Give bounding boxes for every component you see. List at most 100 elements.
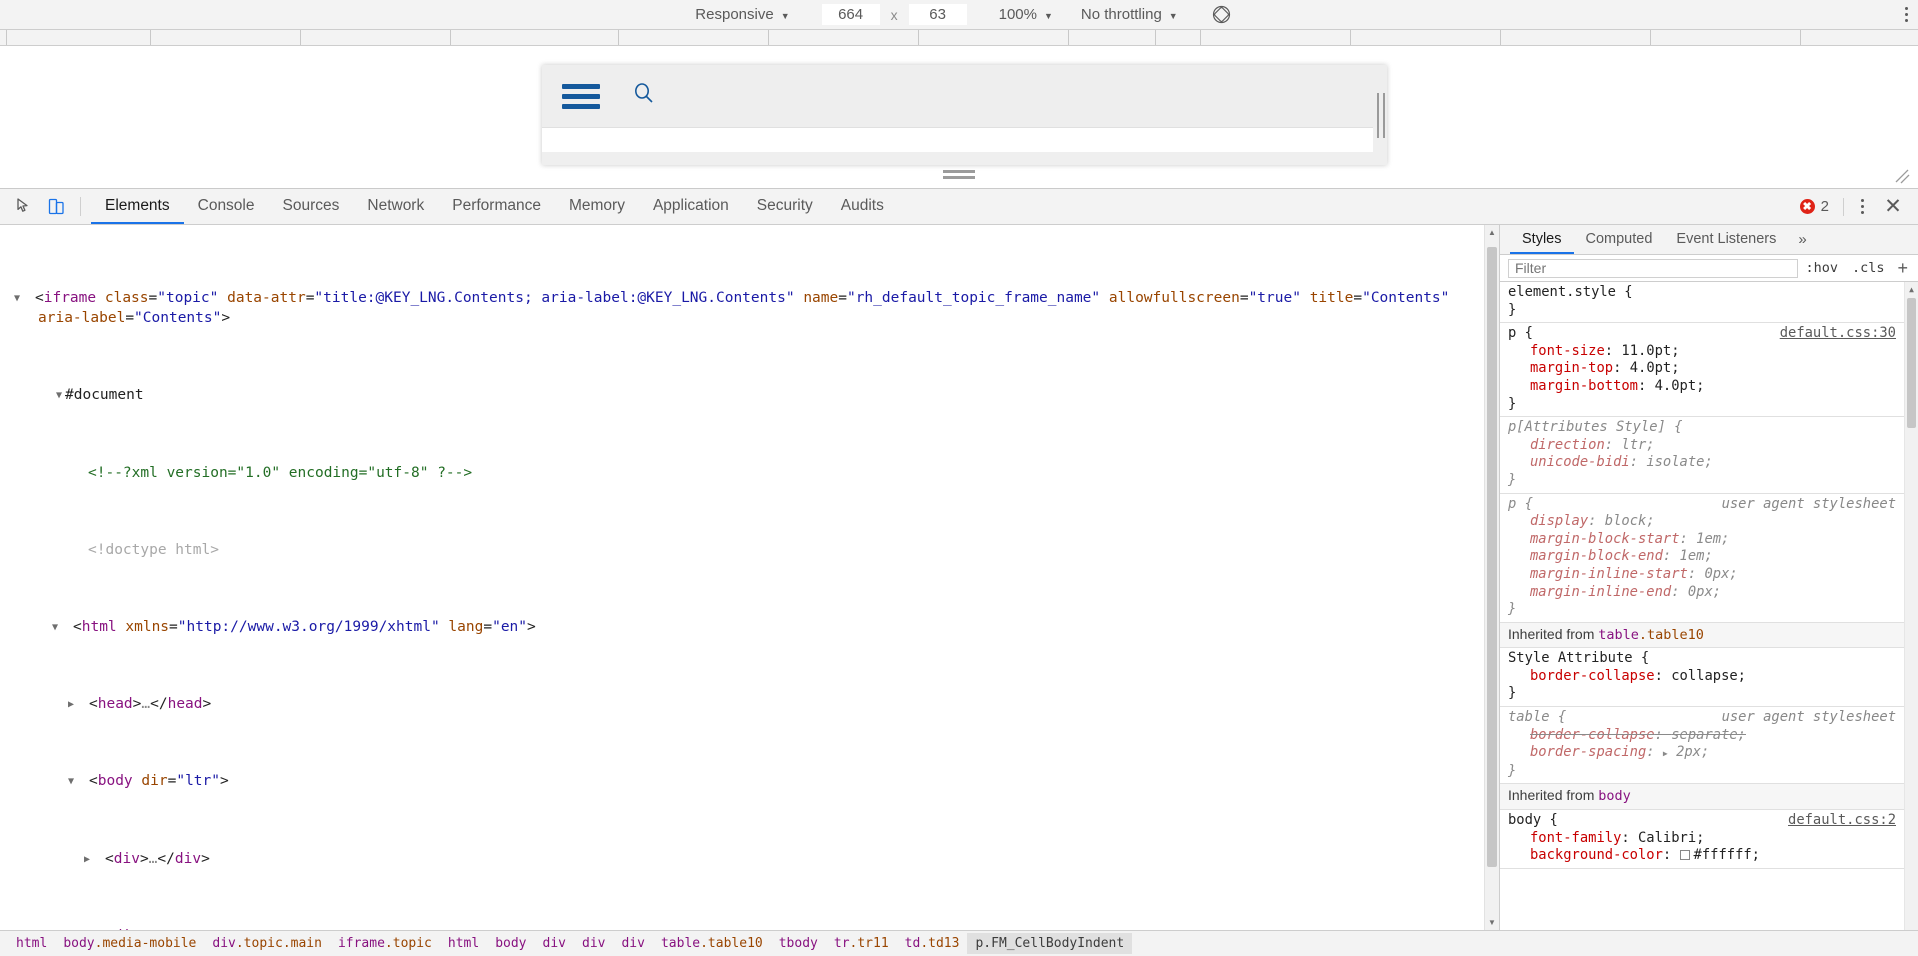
tab-audits[interactable]: Audits	[827, 189, 898, 224]
breadcrumb-item-selected[interactable]: p.FM_CellBodyIndent	[967, 933, 1133, 954]
rotate-device-icon[interactable]	[1212, 5, 1231, 24]
style-rule-p-user-agent[interactable]: p { user agent stylesheet display: block…	[1500, 494, 1918, 623]
element-classes-button[interactable]: .cls	[1845, 260, 1892, 276]
viewport-height-input[interactable]: 63	[908, 4, 967, 25]
hamburger-menu-icon[interactable]	[562, 83, 600, 109]
style-rule-p-default[interactable]: p { default.css:30 font-size: 11.0pt; ma…	[1500, 323, 1918, 418]
tab-computed[interactable]: Computed	[1574, 225, 1665, 254]
styles-scrollbar[interactable]: ▲	[1904, 282, 1918, 930]
error-count-badge[interactable]: ✖ 2	[1790, 198, 1839, 215]
declaration[interactable]: margin-inline-start: 0px;	[1500, 566, 1918, 584]
tab-console[interactable]: Console	[184, 189, 269, 224]
viewport-width-input[interactable]: 664	[821, 4, 880, 25]
breadcrumb-item[interactable]: body.media-mobile	[55, 933, 204, 954]
style-rule-element-style[interactable]: element.style { }	[1500, 282, 1918, 324]
viewport-resize-handle-bottom[interactable]	[943, 170, 975, 182]
rule-selector[interactable]: element.style {	[1500, 284, 1918, 302]
zoom-select[interactable]: 100% ▼	[991, 4, 1061, 25]
color-swatch[interactable]	[1679, 850, 1690, 861]
breadcrumb-item[interactable]: td.td13	[897, 933, 968, 954]
expand-triangle-icon[interactable]	[96, 927, 105, 930]
expand-triangle-icon[interactable]	[64, 618, 73, 637]
breadcrumb-item[interactable]: table.table10	[653, 933, 771, 954]
tab-elements[interactable]: Elements	[91, 189, 184, 224]
scroll-down-arrow-icon[interactable]: ▼	[1485, 915, 1499, 930]
tab-sources[interactable]: Sources	[269, 189, 354, 224]
expand-triangle-icon[interactable]	[56, 386, 65, 405]
breadcrumb-item[interactable]: div.topic.main	[204, 933, 330, 954]
rule-source-link[interactable]: default.css:30	[1780, 325, 1896, 343]
rule-selector[interactable]: p[Attributes Style] {	[1500, 419, 1918, 437]
expand-triangle-icon[interactable]	[80, 772, 89, 791]
breadcrumb-item[interactable]: body	[487, 933, 534, 954]
rule-source-link[interactable]: default.css:2	[1788, 812, 1896, 830]
dom-node-iframe[interactable]: <iframe class="topic" data-attr="title:@…	[0, 289, 1499, 329]
declaration[interactable]: unicode-bidi: isolate;	[1500, 454, 1918, 472]
styles-filter-input[interactable]	[1508, 258, 1799, 278]
dom-node-doctype[interactable]: <!doctype html>	[0, 541, 1499, 560]
breadcrumb-item[interactable]: tr.tr11	[826, 933, 897, 954]
expand-triangle-icon[interactable]	[80, 695, 89, 714]
breadcrumb-item[interactable]: tbody	[771, 933, 826, 954]
close-devtools-icon[interactable]: ✕	[1876, 194, 1910, 219]
declaration[interactable]: margin-block-start: 1em;	[1500, 531, 1918, 549]
new-style-rule-button[interactable]: +	[1891, 258, 1914, 279]
rule-selector[interactable]: body { default.css:2	[1500, 812, 1918, 830]
declaration[interactable]: direction: ltr;	[1500, 437, 1918, 455]
tab-performance[interactable]: Performance	[438, 189, 555, 224]
inherited-source[interactable]: table.table10	[1598, 627, 1704, 643]
declaration[interactable]: font-family: Calibri;	[1500, 830, 1918, 848]
declaration[interactable]: margin-top: 4.0pt;	[1500, 360, 1918, 378]
style-rule-p-attributes[interactable]: p[Attributes Style] { direction: ltr; un…	[1500, 417, 1918, 494]
scroll-up-arrow-icon[interactable]: ▲	[1485, 225, 1499, 240]
dom-node-div-outer[interactable]: <div>	[0, 927, 1499, 930]
tab-security[interactable]: Security	[743, 189, 827, 224]
breadcrumb-item[interactable]: html	[440, 933, 487, 954]
tab-event-listeners[interactable]: Event Listeners	[1664, 225, 1788, 254]
breadcrumb-item[interactable]: div	[535, 933, 574, 954]
declaration[interactable]: display: block;	[1500, 513, 1918, 531]
tab-styles[interactable]: Styles	[1510, 225, 1574, 254]
inspect-element-icon[interactable]	[8, 189, 40, 224]
throttling-select[interactable]: No throttling ▼	[1073, 4, 1186, 25]
device-preset-select[interactable]: Responsive ▼	[687, 4, 797, 25]
dom-node-div-collapsed[interactable]: <div>…</div>	[0, 850, 1499, 869]
declaration[interactable]: background-color: #ffffff;	[1500, 847, 1918, 865]
tab-application[interactable]: Application	[639, 189, 743, 224]
dom-node-head[interactable]: <head>…</head>	[0, 695, 1499, 714]
dom-node-body[interactable]: <body dir="ltr">	[0, 772, 1499, 791]
search-icon[interactable]	[630, 80, 658, 113]
page-search-field[interactable]	[542, 127, 1373, 152]
declaration[interactable]: border-spacing: ▶ 2px;	[1500, 744, 1918, 763]
devtools-more-options-icon[interactable]	[1848, 198, 1876, 216]
tab-network[interactable]: Network	[353, 189, 438, 224]
declaration[interactable]: margin-bottom: 4.0pt;	[1500, 378, 1918, 396]
dom-tree-scrollbar[interactable]: ▲ ▼	[1484, 225, 1499, 930]
breadcrumb-item[interactable]: div	[574, 933, 613, 954]
breadcrumb-item[interactable]: div	[613, 933, 652, 954]
viewport-resize-handle-corner[interactable]	[1894, 168, 1910, 184]
inherited-source[interactable]: body	[1598, 788, 1631, 804]
declaration[interactable]: margin-block-end: 1em;	[1500, 548, 1918, 566]
breadcrumb-item[interactable]: iframe.topic	[330, 933, 440, 954]
scrollbar-thumb[interactable]	[1487, 247, 1497, 867]
declaration-overridden[interactable]: border-collapse: separate;	[1500, 727, 1918, 745]
expand-triangle-icon[interactable]	[96, 850, 105, 869]
more-tabs-icon[interactable]: »	[1788, 225, 1816, 254]
dom-node-document[interactable]: #document	[0, 386, 1499, 405]
toggle-device-toolbar-icon[interactable]	[40, 189, 72, 224]
tab-memory[interactable]: Memory	[555, 189, 639, 224]
style-rule-body[interactable]: body { default.css:2 font-family: Calibr…	[1500, 810, 1918, 869]
expand-triangle-icon[interactable]: ▶	[1663, 749, 1668, 758]
dom-node-html[interactable]: <html xmlns="http://www.w3.org/1999/xhtm…	[0, 618, 1499, 637]
rule-selector[interactable]: Style Attribute {	[1500, 650, 1918, 668]
page-scrollbar[interactable]	[1377, 93, 1385, 138]
expand-triangle-icon[interactable]	[26, 289, 35, 308]
style-rule-style-attribute[interactable]: Style Attribute { border-collapse: colla…	[1500, 648, 1918, 708]
rule-selector[interactable]: p { default.css:30	[1500, 325, 1918, 343]
style-rule-table-user-agent[interactable]: table { user agent stylesheet border-col…	[1500, 707, 1918, 785]
dom-node-xml-comment[interactable]: <!--?xml version="1.0" encoding="utf-8" …	[0, 464, 1499, 483]
declaration[interactable]: margin-inline-end: 0px;	[1500, 584, 1918, 602]
scroll-up-arrow-icon[interactable]: ▲	[1905, 282, 1918, 297]
declaration[interactable]: border-collapse: collapse;	[1500, 668, 1918, 686]
